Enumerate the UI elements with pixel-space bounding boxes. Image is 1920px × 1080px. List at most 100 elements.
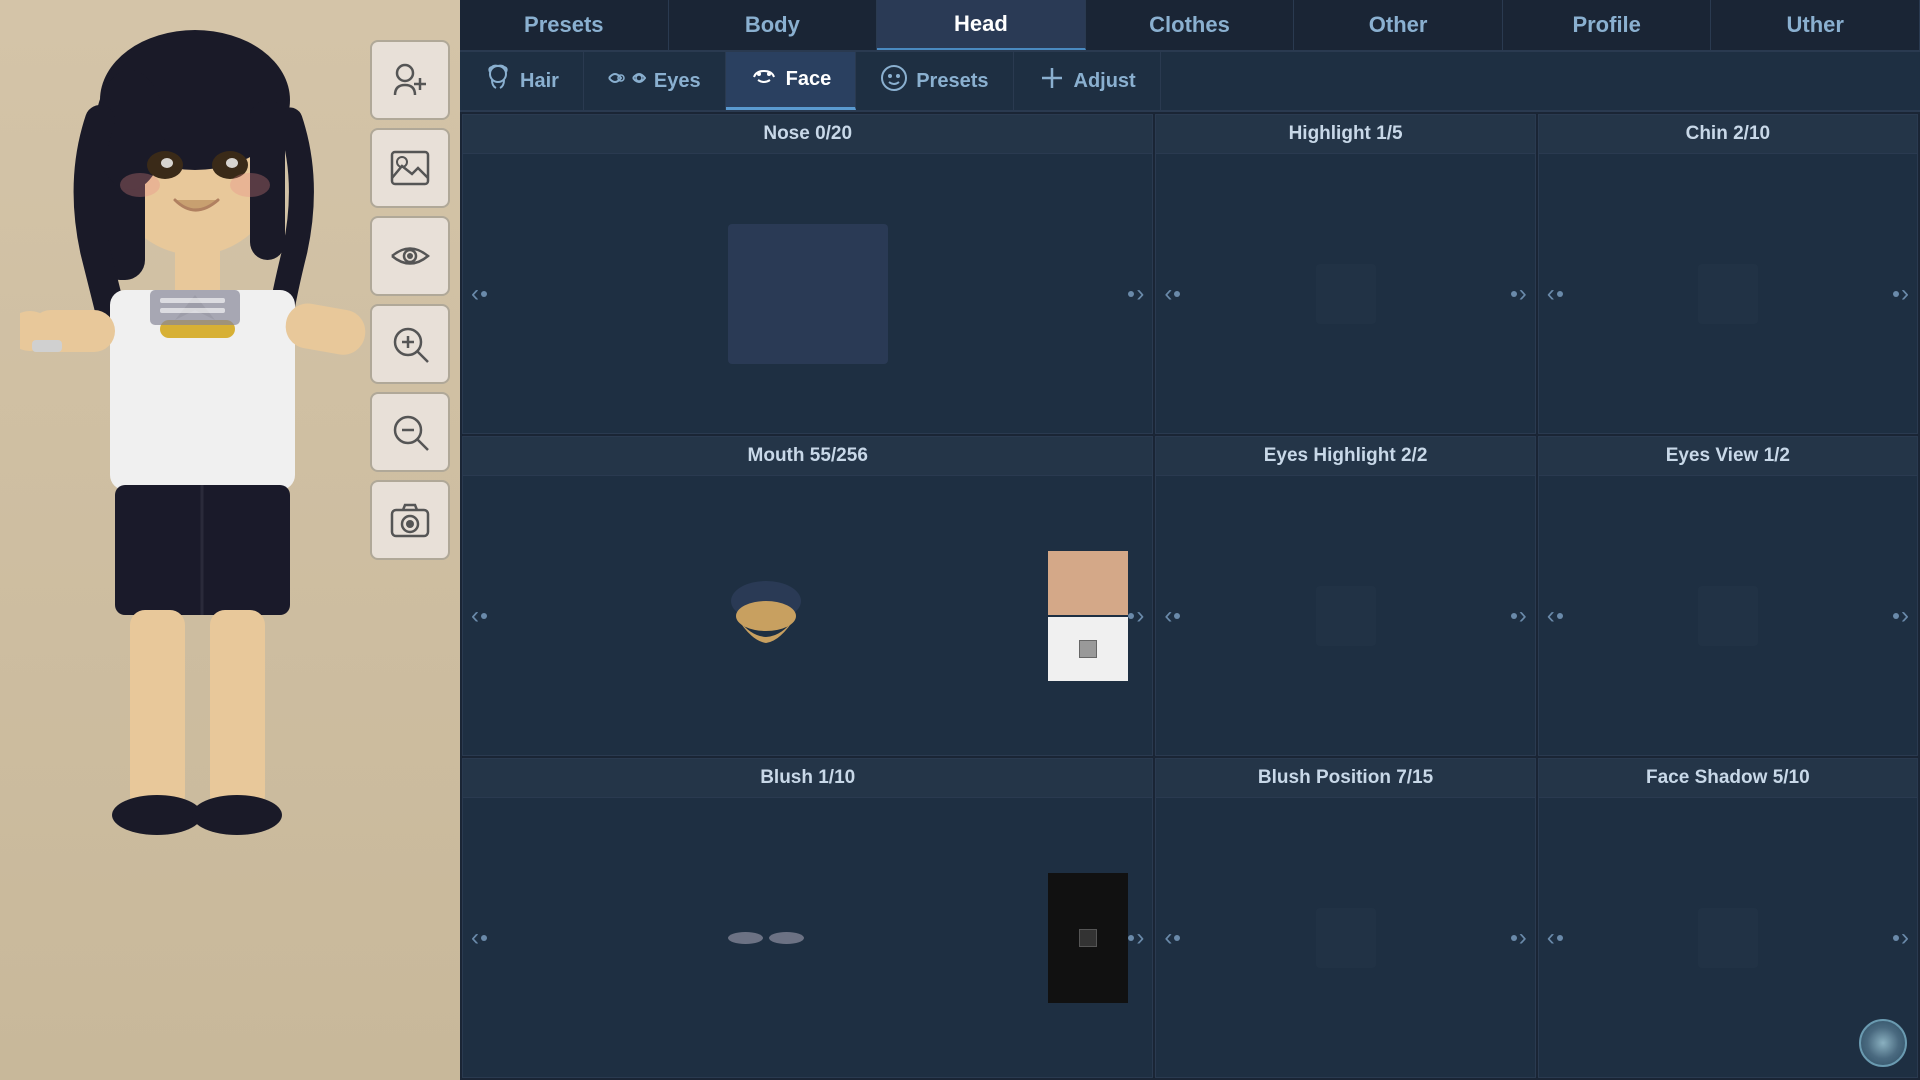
face-shadow-header: Face Shadow 5/10 [1539,759,1917,798]
blush-next-button[interactable]: › [1128,924,1144,952]
highlight-preview-box [1316,264,1376,324]
tool-buttons-panel [370,40,460,560]
mouth-color-swatch[interactable] [1048,551,1128,681]
eyes-icon [608,68,646,94]
blush-position-preview [1180,898,1510,978]
tab-other[interactable]: Other [1294,0,1503,50]
blush-position-preview-box [1316,908,1376,968]
nose-right-arrow: › [1136,280,1144,308]
subtab-presets[interactable]: Presets [856,52,1013,110]
tab-head[interactable]: Head [877,0,1086,50]
image-icon [390,150,430,186]
mouth-prev-button[interactable]: ‹ [471,602,487,630]
nose-header: Nose 0/20 [463,115,1152,154]
mouth-right-dot [1128,613,1134,619]
eyes-view-cell: Eyes View 1/2 ‹ › [1538,436,1918,756]
chin-preview [1563,254,1893,334]
eyes-view-next-button[interactable]: › [1893,602,1909,630]
tab-presets[interactable]: Presets [460,0,669,50]
eyes-highlight-next-button[interactable]: › [1511,602,1527,630]
nose-next-button[interactable]: › [1128,280,1144,308]
tab-profile[interactable]: Profile [1503,0,1712,50]
blush-color-swatch[interactable] [1048,873,1128,1003]
eyes-highlight-right-arrow: › [1519,602,1527,630]
face-shadow-prev-button[interactable]: ‹ [1547,924,1563,952]
nose-prev-button[interactable]: ‹ [471,280,487,308]
subtab-hair[interactable]: Hair [460,52,584,110]
face-shadow-left-arrow: ‹ [1547,924,1555,952]
subtab-face[interactable]: Face [726,52,857,110]
mouth-left-arrow: ‹ [471,602,479,630]
add-character-button[interactable] [370,40,450,120]
subtab-eyes-label: Eyes [654,70,701,93]
blush-position-left-arrow: ‹ [1164,924,1172,952]
character-svg [20,0,380,980]
blush-position-prev-button[interactable]: ‹ [1164,924,1180,952]
mouth-next-button[interactable]: › [1128,602,1144,630]
subtab-presets-label: Presets [916,70,988,93]
blush-dots-container [728,932,804,944]
face-shadow-next-button[interactable]: › [1893,924,1909,952]
tab-clothes[interactable]: Clothes [1086,0,1295,50]
nose-preview-box [728,224,888,364]
subtab-eyes[interactable]: Eyes [584,52,726,110]
face-shadow-right-arrow: › [1901,924,1909,952]
background-button[interactable] [370,128,450,208]
chin-right-dot [1893,291,1899,297]
nose-cell: Nose 0/20 ‹ › [462,114,1153,434]
subtab-hair-label: Hair [520,70,559,93]
character-canvas [0,0,460,1080]
zoom-out-button[interactable] [370,392,450,472]
highlight-body: ‹ › [1156,154,1534,433]
face-shadow-cell: Face Shadow 5/10 ‹ › [1538,758,1918,1078]
eyes-highlight-body: ‹ › [1156,476,1534,755]
mouth-color-top [1048,551,1128,615]
blush-swatch-square [1079,929,1097,947]
blush-body: ‹ › [463,798,1152,1077]
scroll-indicator[interactable] [1859,1019,1907,1067]
eyes-highlight-left-arrow: ‹ [1164,602,1172,630]
eyes-view-preview [1563,576,1893,656]
add-character-icon [390,60,430,100]
adjust-svg-icon [1038,64,1066,92]
blush-right-dot [1128,935,1134,941]
eyes-highlight-right-dot [1511,613,1517,619]
sub-navigation: Hair Eyes Face [460,52,1920,112]
highlight-right-dot [1511,291,1517,297]
blush-cell: Blush 1/10 ‹ › [462,758,1153,1078]
tab-uther[interactable]: Uther [1711,0,1920,50]
chin-cell: Chin 2/10 ‹ › [1538,114,1918,434]
eyes-view-header: Eyes View 1/2 [1539,437,1917,476]
presets-face-icon [880,64,908,98]
feature-grid: Nose 0/20 ‹ › Highlight 1/5 ‹ [460,112,1920,1080]
highlight-preview [1180,254,1510,334]
presets-face-svg-icon [880,64,908,92]
chin-header: Chin 2/10 [1539,115,1917,154]
eyes-view-prev-button[interactable]: ‹ [1547,602,1563,630]
blush-header: Blush 1/10 [463,759,1152,798]
tab-body[interactable]: Body [669,0,878,50]
nose-right-dot [1128,291,1134,297]
face-shadow-preview-box [1698,908,1758,968]
eyes-highlight-prev-button[interactable]: ‹ [1164,602,1180,630]
subtab-adjust[interactable]: Adjust [1014,52,1161,110]
face-shadow-right-dot [1893,935,1899,941]
nose-left-arrow: ‹ [471,280,479,308]
blush-position-next-button[interactable]: › [1511,924,1527,952]
zoom-in-button[interactable] [370,304,450,384]
highlight-prev-button[interactable]: ‹ [1164,280,1180,308]
blush-position-right-arrow: › [1519,924,1527,952]
face-shadow-preview [1563,898,1893,978]
chin-prev-button[interactable]: ‹ [1547,280,1563,308]
highlight-next-button[interactable]: › [1511,280,1527,308]
face-icon [750,66,778,94]
camera-button[interactable] [370,480,450,560]
blush-position-cell: Blush Position 7/15 ‹ › [1155,758,1535,1078]
blush-prev-button[interactable]: ‹ [471,924,487,952]
eyes-svg-icon [608,68,646,88]
mouth-right-arrow: › [1136,602,1144,630]
visibility-toggle-button[interactable] [370,216,450,296]
face-shadow-body: ‹ › [1539,798,1917,1077]
chin-next-button[interactable]: › [1893,280,1909,308]
chin-body: ‹ › [1539,154,1917,433]
